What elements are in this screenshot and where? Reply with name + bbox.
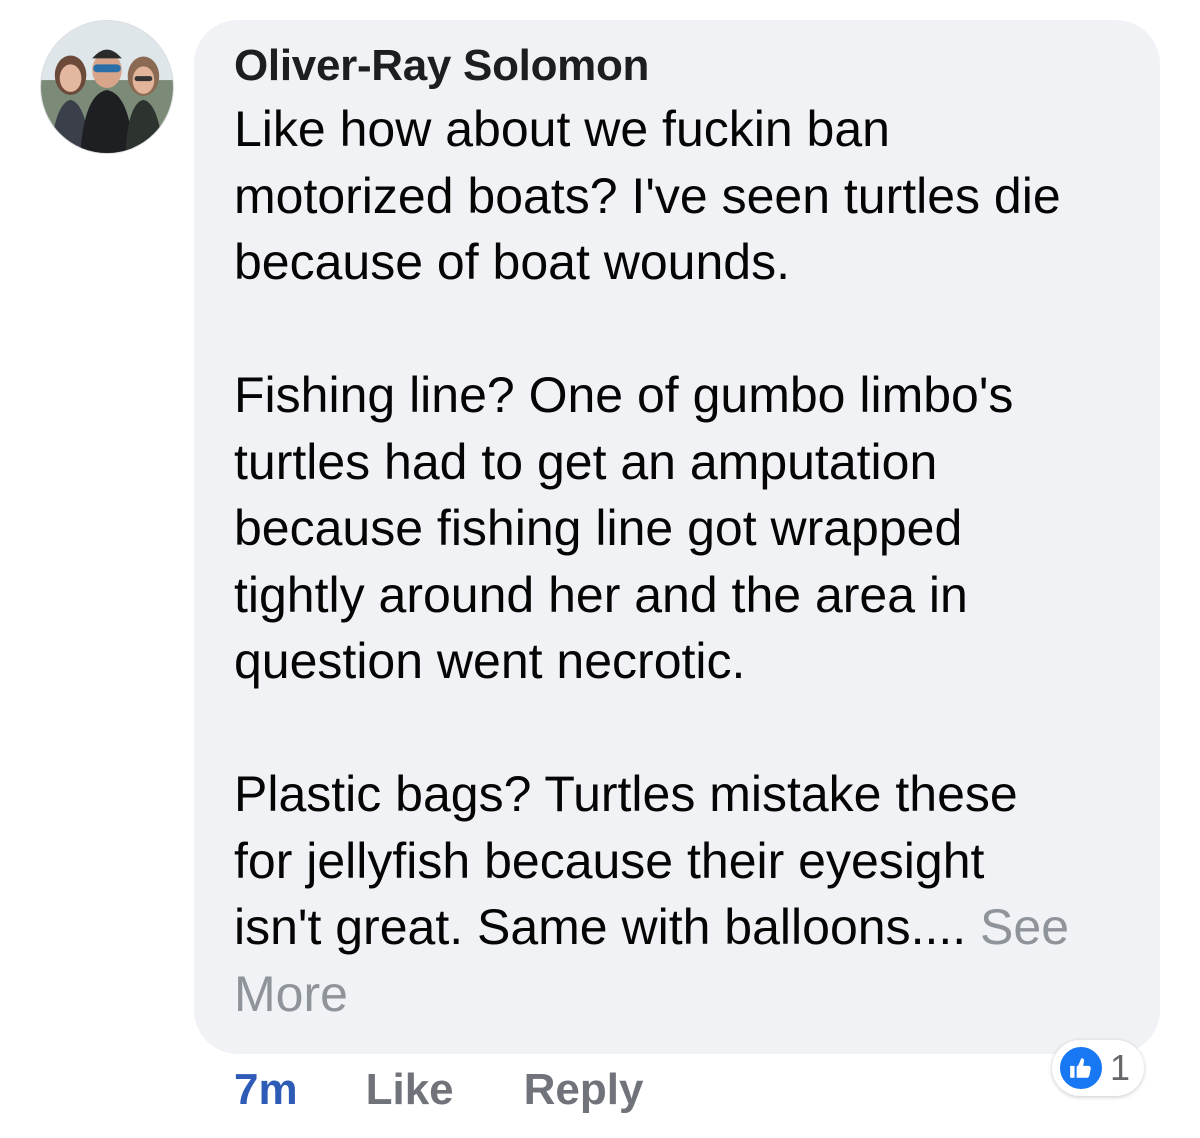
comment-line: for jellyfish because their eyesight	[234, 832, 985, 889]
comment-paragraph: Fishing line? One of gumbo limbo's turtl…	[234, 362, 1120, 695]
reply-button[interactable]: Reply	[524, 1065, 644, 1115]
comment-line: isn't great. Same with balloons....	[234, 899, 981, 955]
like-button[interactable]: Like	[366, 1065, 454, 1115]
comment-line: Like how about we fuckin ban	[234, 101, 890, 157]
thumbs-up-icon	[1058, 1045, 1104, 1091]
comment-line: because fishing line got wrapped	[234, 500, 963, 556]
avatar[interactable]	[40, 20, 174, 154]
reaction-count: 1	[1110, 1047, 1131, 1088]
comment-line: Fishing line? One of gumbo limbo's	[234, 367, 1014, 423]
comment-line: turtles had to get an amputation	[234, 433, 938, 490]
reaction-summary[interactable]: 1	[1052, 1040, 1145, 1096]
comment-author[interactable]: Oliver-Ray Solomon	[234, 40, 1120, 92]
comment-paragraph: Like how about we fuckin ban motorized b…	[234, 96, 1120, 296]
comment-actions: 7m Like Reply	[234, 1060, 713, 1120]
comment-text: Like how about we fuckin ban motorized b…	[234, 96, 1120, 1027]
comment-timestamp[interactable]: 7m	[234, 1065, 298, 1115]
comment-line: motorized boats? I've seen turtles die	[234, 167, 1061, 224]
comment-line: Plastic bags? Turtles mistake these	[234, 766, 1018, 822]
comment-line: because of boat wounds.	[234, 234, 790, 290]
comment-line: question went necrotic.	[234, 633, 746, 689]
comment-bubble: Oliver-Ray Solomon Like how about we fuc…	[194, 20, 1160, 1054]
comment-line: tightly around her and the area in	[234, 566, 968, 623]
comment-paragraph: Plastic bags? Turtles mistake these for …	[234, 761, 1120, 1027]
profile-photo	[41, 21, 173, 153]
